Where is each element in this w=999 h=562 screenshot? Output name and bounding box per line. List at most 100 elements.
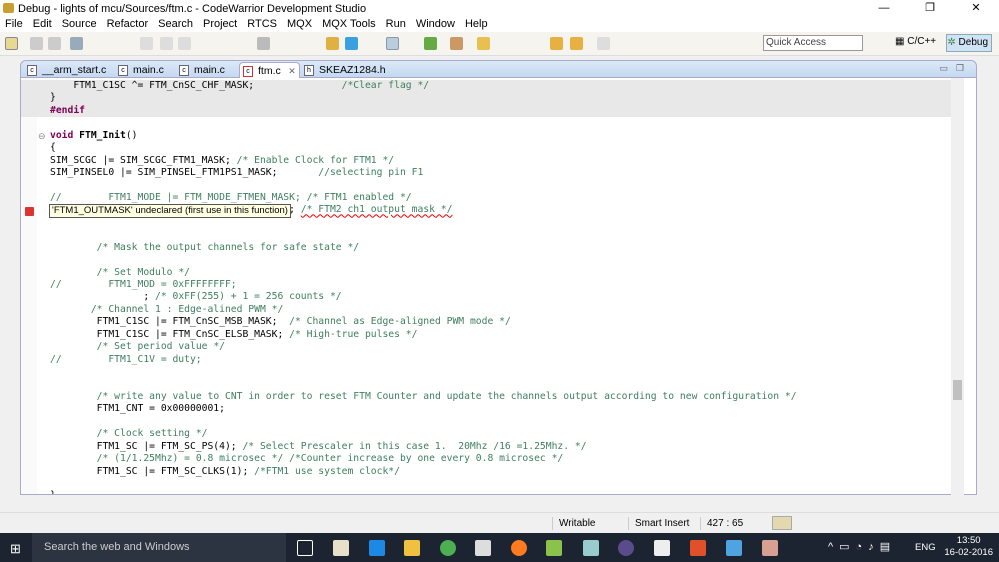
step-return-icon[interactable] [257, 37, 270, 50]
restore-button[interactable]: ❐ [907, 0, 953, 17]
right-trim [979, 58, 999, 513]
photo-app-icon[interactable] [762, 540, 778, 556]
taskbar-app-icon[interactable] [333, 540, 349, 556]
store-icon[interactable] [475, 540, 491, 556]
tab-label: SKEAZ1284.h [319, 64, 386, 76]
tab-main-c-2[interactable]: c main.c [176, 62, 225, 78]
navigate-back-icon[interactable] [570, 37, 583, 50]
maximize-editor-icon[interactable]: ❐ [956, 63, 964, 74]
windows-start-icon[interactable]: ⊞ [10, 541, 21, 557]
back-icon[interactable] [550, 37, 563, 50]
menu-project[interactable]: Project [198, 17, 242, 32]
code-line: FTM1_C1SC |= FTM_CnSC_ELSB_MASK; /* High… [50, 329, 951, 341]
code-token: } [50, 92, 56, 104]
flash-icon[interactable] [345, 37, 358, 50]
terminate-icon[interactable] [178, 37, 191, 50]
menu-search[interactable]: Search [153, 17, 198, 32]
remote-desktop-icon[interactable] [726, 540, 742, 556]
code-line: } [50, 490, 951, 494]
code-token: void [50, 129, 80, 141]
code-editor[interactable]: ⊖ FTM1_C1SC ^= FTM_CnSC_CHF_MASK; /*Clea… [20, 78, 977, 495]
office-icon[interactable] [690, 540, 706, 556]
status-cursor-position: 427 : 65 [700, 517, 743, 530]
connect-icon[interactable] [326, 37, 339, 50]
language-indicator[interactable]: ENG [915, 542, 936, 553]
c-file-icon: c [27, 65, 37, 76]
save-all-icon[interactable] [48, 37, 61, 50]
new-icon[interactable] [5, 37, 18, 50]
title-bar: Debug - lights of mcu/Sources/ftm.c - Co… [0, 0, 999, 17]
menu-file[interactable]: File [0, 17, 28, 32]
menu-run[interactable]: Run [381, 17, 411, 32]
perspective-debug-label: Debug [958, 37, 988, 48]
code-line: SIM_PINSEL0 |= SIM_PINSEL_FTM1PS1_MASK; … [50, 167, 951, 179]
calculator-icon[interactable] [654, 540, 670, 556]
cpp-perspective-icon: ▦ [895, 36, 908, 47]
debug-perspective-icon: ✲ [947, 37, 959, 48]
system-tray-icons[interactable]: ^▭◔♪▤ [828, 540, 896, 553]
suspend-icon[interactable] [160, 37, 173, 50]
menu-refactor[interactable]: Refactor [102, 17, 154, 32]
tab-arm-start[interactable]: c __arm_start.c [24, 62, 106, 78]
tools-icon[interactable] [546, 540, 562, 556]
navigate-forward-icon[interactable] [597, 37, 610, 50]
resume-icon[interactable] [140, 37, 153, 50]
notepad-icon[interactable] [583, 540, 599, 556]
code-line: /* Set Modulo */ [50, 267, 951, 279]
menu-rtcs[interactable]: RTCS [242, 17, 282, 32]
status-insert-mode: Smart Insert [628, 517, 689, 530]
vertical-scrollbar[interactable] [951, 78, 964, 495]
menu-mqx[interactable]: MQX [282, 17, 317, 32]
menu-mqx-tools[interactable]: MQX Tools [317, 17, 381, 32]
code-token: FTM1_SC |= FTM_SC_CLKS(1); [50, 465, 255, 477]
minimize-button[interactable]: — [861, 0, 907, 17]
perspective-cpp-label: C/C++ [907, 36, 937, 47]
tab-label: __arm_start.c [42, 64, 107, 76]
code-token: /* Channel 1 : Edge-alined PWM */ [90, 303, 284, 315]
perspective-debug[interactable]: ✲ Debug [946, 34, 992, 52]
menu-help[interactable]: Help [460, 17, 493, 32]
quick-access-input[interactable]: Quick Access [763, 35, 863, 51]
menu-edit[interactable]: Edit [28, 17, 57, 32]
firefox-icon[interactable] [511, 540, 527, 556]
build-icon[interactable] [70, 37, 83, 50]
code-line: // FTM1_MOD = 0xFFFFFFFF; [50, 279, 951, 291]
clock-date: 16-02-2016 [944, 547, 993, 558]
edge-icon[interactable] [369, 540, 385, 556]
error-marker-icon[interactable] [25, 207, 34, 216]
task-view-icon[interactable] [297, 540, 313, 556]
scrollbar-thumb[interactable] [953, 380, 962, 400]
eclipse-icon[interactable] [618, 540, 634, 556]
taskbar-search-input[interactable]: Search the web and Windows [32, 533, 286, 562]
tab-main-c[interactable]: c main.c [115, 62, 164, 78]
c-file-error-icon: c [243, 66, 253, 77]
editor-tab-bar: c __arm_start.c c main.c c main.c c ftm.c ✕ h… [20, 60, 977, 78]
file-explorer-icon[interactable] [404, 540, 420, 556]
perspective-cpp[interactable]: ▦ C/C++ [895, 36, 936, 47]
chrome-icon[interactable] [440, 540, 456, 556]
tab-ftm-c[interactable]: c ftm.c ✕ [239, 62, 300, 78]
menu-source[interactable]: Source [57, 17, 102, 32]
save-icon[interactable] [30, 37, 43, 50]
highlight-icon[interactable] [477, 37, 490, 50]
clock[interactable]: 13:50 16-02-2016 [944, 535, 993, 559]
run-icon[interactable] [450, 37, 463, 50]
code-token: FTM1_C1SC ^= FTM_CnSC_CHF_MASK; [50, 80, 342, 91]
tab-skeaz1284-h[interactable]: h SKEAZ1284.h [301, 62, 386, 78]
heap-status-icon[interactable] [772, 516, 792, 530]
fold-collapse-icon[interactable]: ⊖ [38, 131, 46, 142]
close-button[interactable]: ✕ [953, 0, 999, 17]
menu-window[interactable]: Window [411, 17, 460, 32]
debug-icon[interactable] [424, 37, 437, 50]
code-token: } [50, 490, 56, 494]
minimize-editor-icon[interactable]: ▭ [939, 63, 948, 74]
code-token: /* Set period value */ [96, 341, 225, 353]
c-file-icon: c [118, 65, 128, 76]
skip-breakpoints-icon[interactable] [386, 37, 399, 50]
close-tab-icon[interactable]: ✕ [288, 63, 296, 79]
